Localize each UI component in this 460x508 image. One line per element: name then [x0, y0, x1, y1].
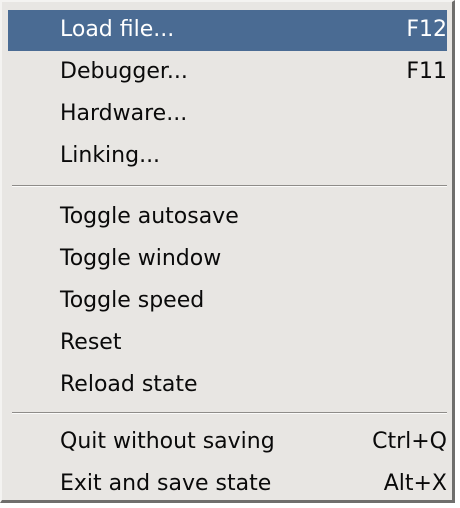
menu-separator	[12, 412, 447, 414]
menu-item-label: Toggle speed	[60, 288, 205, 313]
menu-item-reset[interactable]: Reset	[8, 323, 447, 364]
menu-item-debugger[interactable]: Debugger... F11	[8, 52, 447, 93]
menu-item-linking[interactable]: Linking...	[8, 136, 447, 177]
menu-item-shortcut: Ctrl+Q	[372, 429, 447, 454]
menu-item-shortcut: F12	[406, 17, 447, 42]
menu-item-load-file[interactable]: Load file... F12	[8, 10, 447, 51]
menu-item-label: Linking...	[60, 143, 161, 168]
menu-item-label: Load file...	[60, 17, 175, 42]
menu-item-shortcut: F11	[406, 59, 447, 84]
menu-item-reload-state[interactable]: Reload state	[8, 365, 447, 406]
menu-item-label: Debugger...	[60, 59, 188, 84]
menu-item-label: Reload state	[60, 372, 198, 397]
menu-item-label: Toggle window	[60, 246, 222, 271]
menu-item-label: Reset	[60, 330, 122, 355]
menu-item-toggle-autosave[interactable]: Toggle autosave	[8, 197, 447, 238]
menu-separator	[12, 185, 447, 187]
menu-item-toggle-window[interactable]: Toggle window	[8, 239, 447, 280]
menu-item-label: Hardware...	[60, 101, 188, 126]
menu-item-quit-without-saving[interactable]: Quit without saving Ctrl+Q	[8, 422, 447, 463]
popup-menu: Load file... F12 Debugger... F11 Hardwar…	[0, 0, 455, 503]
menu-item-shortcut: Alt+X	[383, 471, 447, 496]
menu-item-label: Toggle autosave	[60, 204, 239, 229]
menu-item-label: Quit without saving	[60, 429, 275, 454]
menu-item-hardware[interactable]: Hardware...	[8, 94, 447, 135]
menu-item-exit-and-save-state[interactable]: Exit and save state Alt+X	[8, 464, 447, 505]
menu-item-label: Exit and save state	[60, 471, 272, 496]
menu-item-toggle-speed[interactable]: Toggle speed	[8, 281, 447, 322]
